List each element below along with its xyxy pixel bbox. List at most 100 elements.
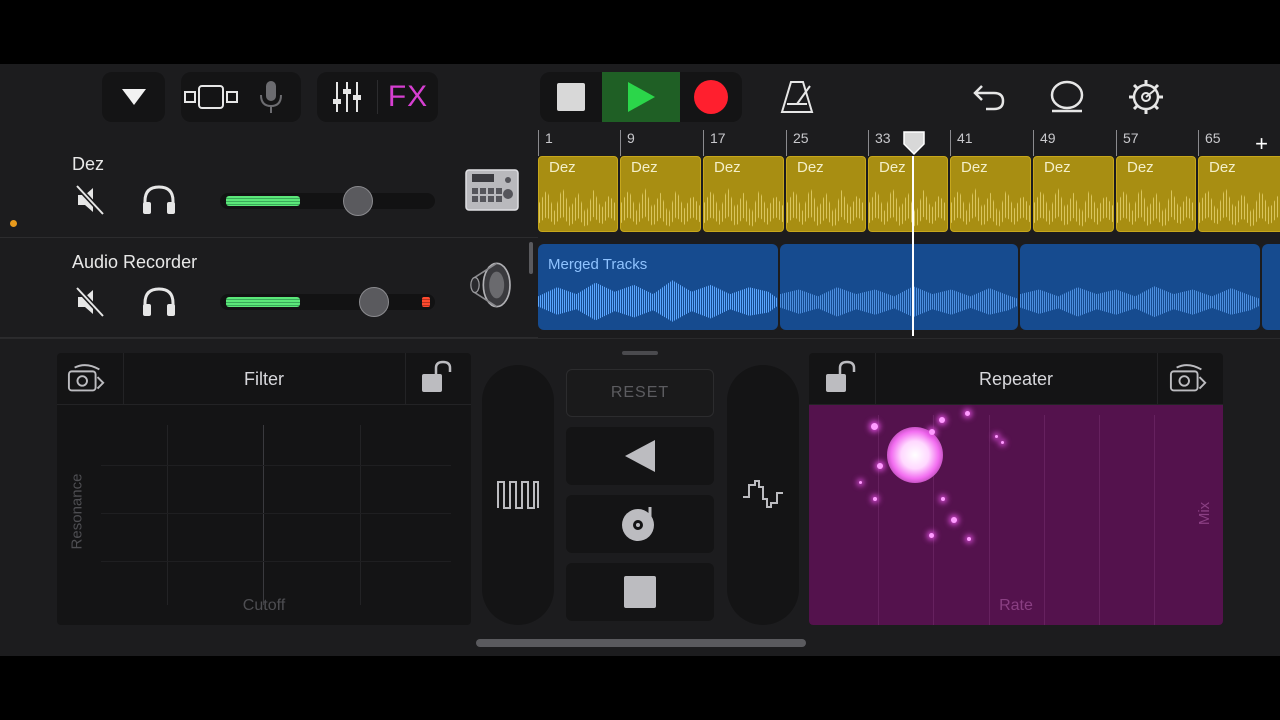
x-axis-label: Cutoff — [242, 597, 286, 614]
repeater-touch-area[interactable]: Rate Mix — [809, 405, 1223, 625]
filter-xy-pad[interactable]: Filter Cutoff Resonance — [57, 353, 471, 625]
region-label: Dez — [549, 159, 576, 176]
region-dez[interactable]: Dez — [620, 156, 701, 232]
filter-title: Filter — [244, 369, 284, 389]
region-dez[interactable]: Dez — [703, 156, 784, 232]
track-header-audio-recorder[interactable]: Audio Recorder — [0, 238, 538, 338]
particle — [871, 423, 878, 430]
microphone-icon[interactable] — [241, 72, 301, 122]
particle — [929, 429, 935, 435]
remix-fx-panel: Filter Cutoff Resonance RESET Repeater R… — [0, 338, 1280, 656]
track-header-dez[interactable]: Dez — [0, 154, 538, 238]
headphones-icon — [143, 185, 175, 214]
switch-effect-button[interactable] — [1169, 359, 1209, 399]
region-dez[interactable]: Dez — [538, 156, 618, 232]
region-label: Dez — [961, 159, 988, 176]
mixer-sliders-icon[interactable] — [317, 72, 377, 122]
ruler-bar: 49 — [1033, 130, 1056, 156]
region-label: Dez — [1127, 159, 1154, 176]
remix-panel-scrollbar[interactable] — [476, 639, 806, 647]
track-list-scrollbar[interactable] — [529, 242, 533, 274]
grid-line — [878, 415, 879, 625]
region-dez[interactable]: Dez — [1198, 156, 1280, 232]
region-dez[interactable]: Dez — [950, 156, 1031, 232]
play-button[interactable] — [602, 72, 680, 122]
ruler-bar: 65 — [1198, 130, 1221, 156]
dropdown-triangle-icon[interactable] — [102, 72, 165, 122]
settings-gear-icon[interactable] — [1121, 72, 1171, 122]
solo-headphones-button[interactable] — [139, 180, 179, 220]
reset-button[interactable]: RESET — [566, 369, 714, 417]
ruler-bar: 25 — [786, 130, 809, 156]
mute-button[interactable] — [70, 180, 110, 220]
speaker-icon — [470, 262, 511, 308]
gate-button[interactable] — [482, 365, 554, 625]
region-label: Dez — [797, 159, 824, 176]
speaker-muted-icon — [75, 184, 105, 216]
particle — [939, 417, 945, 423]
volume-slider[interactable] — [220, 294, 435, 310]
repeater-xy-pad[interactable]: Repeater Rate Mix — [809, 353, 1223, 625]
region-dez[interactable]: Dez — [868, 156, 948, 232]
region-merged-tracks[interactable] — [1020, 244, 1260, 330]
ruler-bar: 9 — [620, 130, 635, 156]
volume-knob[interactable] — [359, 287, 389, 317]
tape-stop-button[interactable] — [566, 563, 714, 621]
solo-headphones-button[interactable] — [139, 282, 179, 322]
volume-knob[interactable] — [343, 186, 373, 216]
region-dez[interactable]: Dez — [786, 156, 866, 232]
region-dez[interactable]: Dez — [1116, 156, 1196, 232]
metronome-icon[interactable] — [772, 72, 822, 122]
panel-grabber[interactable] — [622, 351, 658, 355]
garageband-tracks-view: FX 1 9 17 25 33 41 49 57 65 + Dez Audio … — [0, 64, 1280, 656]
grid-line — [101, 561, 451, 562]
add-section-button[interactable]: + — [1255, 131, 1268, 157]
ruler-bar: 33 — [868, 130, 891, 156]
scratch-button[interactable] — [566, 495, 714, 553]
record-icon — [694, 80, 728, 114]
particle — [995, 435, 998, 438]
waveform — [1199, 187, 1280, 228]
touch-point — [887, 427, 943, 483]
region-merged-tracks[interactable]: Merged Tracks — [538, 244, 778, 330]
region-dez[interactable]: Dez — [1033, 156, 1114, 232]
region-merged-tracks[interactable] — [780, 244, 1018, 330]
waveform — [787, 187, 865, 228]
camera-rotate-icon — [1169, 364, 1207, 392]
stop-button[interactable] — [540, 72, 602, 122]
turntable-scratch-icon — [622, 507, 654, 541]
grid-line — [1099, 415, 1100, 625]
record-button[interactable] — [680, 72, 742, 122]
square-wave-icon — [497, 481, 539, 509]
clip-indicator — [422, 297, 430, 307]
tape-stop-icon — [624, 576, 656, 608]
loop-icon[interactable] — [1042, 72, 1092, 122]
speaker-muted-icon — [75, 286, 105, 318]
fx-button[interactable]: FX — [378, 72, 438, 122]
repeater-title: Repeater — [978, 369, 1054, 389]
track-lane-audio-recorder[interactable]: Merged Tracks — [538, 238, 1280, 338]
waveform — [538, 280, 778, 322]
region-label: Merged Tracks — [548, 256, 648, 273]
downsampler-button[interactable] — [727, 365, 799, 625]
lock-button[interactable] — [417, 357, 457, 397]
reverse-button[interactable] — [566, 427, 714, 485]
track-view-icon[interactable] — [181, 72, 241, 122]
ruler-bar: 41 — [950, 130, 973, 156]
view-group — [181, 72, 301, 122]
track-lane-dez[interactable]: Dez Dez Dez Dez Dez Dez Dez Dez Dez — [538, 156, 1280, 236]
waveform — [1034, 187, 1113, 228]
reverse-icon — [625, 440, 655, 472]
particle — [873, 497, 877, 501]
playhead-handle[interactable] — [902, 130, 926, 156]
unlocked-padlock-icon — [422, 360, 452, 392]
mute-button[interactable] — [70, 282, 110, 322]
headphones-icon — [143, 287, 175, 316]
waveform — [621, 187, 700, 228]
particle — [951, 517, 957, 523]
waveform — [869, 187, 947, 228]
track-name: Audio Recorder — [72, 252, 198, 272]
region-merged-tracks[interactable] — [1262, 244, 1280, 330]
volume-slider[interactable] — [220, 193, 435, 209]
undo-icon[interactable] — [964, 72, 1014, 122]
